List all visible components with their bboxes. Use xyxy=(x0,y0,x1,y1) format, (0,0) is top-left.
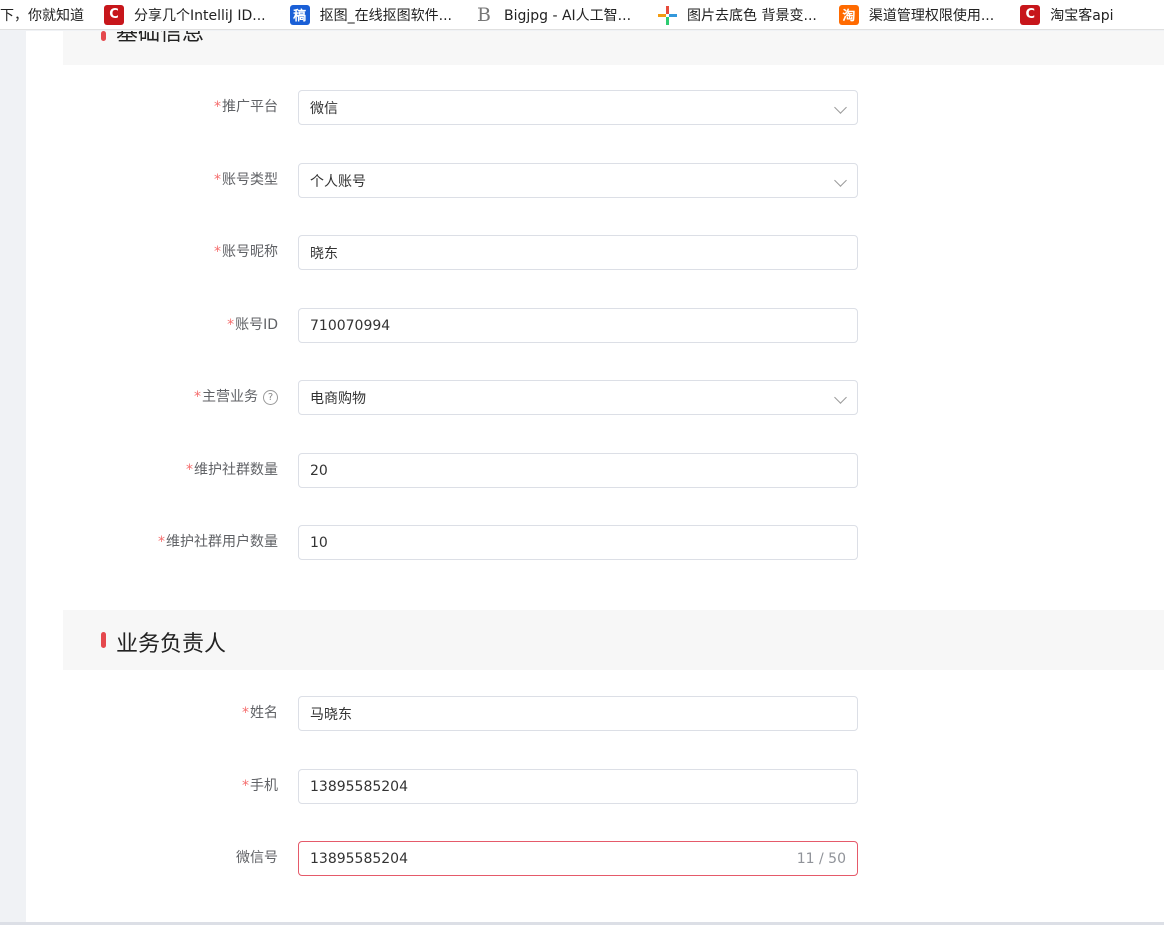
required-asterisk: * xyxy=(242,705,249,721)
form-row-main-business: * 主营业务? 电商购物 xyxy=(0,380,1164,415)
form-row-wechat: 微信号 13895585204 11 / 50 xyxy=(0,841,1164,876)
field-label: * 账号ID xyxy=(227,308,278,343)
bookmark-4[interactable]: 图片去底色 背景变... xyxy=(657,0,839,29)
group-count-input[interactable]: 20 xyxy=(298,453,858,488)
bookmark-5[interactable]: 淘 渠道管理权限使用... xyxy=(838,0,1020,29)
input-value: 20 xyxy=(310,462,328,479)
nickname-input[interactable]: 晓东 xyxy=(298,235,858,270)
form-row-nickname: * 账号昵称 晓东 xyxy=(0,235,1164,270)
field-label: * 维护社群用户数量 xyxy=(158,525,278,560)
input-value: 10 xyxy=(310,534,328,551)
bookmark-label: 淘宝客api xyxy=(1050,7,1114,24)
label-text: 姓名 xyxy=(250,705,278,721)
bookmark-3[interactable]: B Bigjpg - AI人工智... xyxy=(474,0,657,29)
account-id-input[interactable]: 710070994 xyxy=(298,308,858,343)
required-asterisk: * xyxy=(214,99,221,115)
section-title: 基础信息 xyxy=(116,31,205,46)
form-row-platform: * 推广平台 微信 xyxy=(0,90,1164,125)
group-user-count-input[interactable]: 10 xyxy=(298,525,858,560)
section-header-owner: 业务负责人 xyxy=(63,610,1164,670)
main-business-select[interactable]: 电商购物 xyxy=(298,380,858,415)
chevron-down-icon xyxy=(834,391,847,404)
colorful-cross-icon xyxy=(657,5,678,25)
bookmark-label: 渠道管理权限使用... xyxy=(868,7,995,24)
input-value: 710070994 xyxy=(310,317,391,334)
required-asterisk: * xyxy=(227,317,235,333)
required-asterisk: * xyxy=(186,462,193,478)
bigjpg-logo-icon: B xyxy=(477,3,491,26)
input-value: 13895585204 xyxy=(310,850,408,867)
required-asterisk: * xyxy=(214,244,221,260)
form-row-group-user-count: * 维护社群用户数量 10 xyxy=(0,525,1164,560)
chevron-down-icon xyxy=(834,101,847,114)
required-asterisk: * xyxy=(158,534,165,550)
input-value: 晓东 xyxy=(310,245,338,262)
csdn-logo-icon: C xyxy=(1020,4,1041,25)
field-label: 微信号 xyxy=(236,841,278,876)
form-row-group-count: * 维护社群数量 20 xyxy=(0,453,1164,488)
csdn-logo-icon: C xyxy=(104,4,124,25)
label-text: 推广平台 xyxy=(222,99,278,115)
field-label: * 手机 xyxy=(242,769,278,804)
wechat-input[interactable]: 13895585204 11 / 50 xyxy=(298,841,858,876)
required-asterisk: * xyxy=(194,389,201,405)
field-label: * 维护社群数量 xyxy=(186,453,278,488)
section-accent-bar xyxy=(101,31,106,41)
account-type-select[interactable]: 个人账号 xyxy=(298,163,858,198)
bookmarks-bar: 下，你就知道 C 分享几个IntelliJ ID... 稿 抠图_在线抠图软件.… xyxy=(0,0,1164,30)
label-text: 维护社群数量 xyxy=(194,462,278,478)
form-row-account-id: * 账号ID 710070994 xyxy=(0,308,1164,343)
bookmark-label: Bigjpg - AI人工智... xyxy=(503,7,632,24)
label-text: 微信号 xyxy=(236,850,278,866)
bookmark-label: 抠图_在线抠图软件... xyxy=(319,7,452,24)
field-label: * 账号类型 xyxy=(214,163,278,198)
required-asterisk: * xyxy=(214,172,221,188)
field-label: * 姓名 xyxy=(242,696,278,731)
label-text: 手机 xyxy=(250,778,278,794)
chevron-down-icon xyxy=(834,174,847,187)
label-text: 账号昵称 xyxy=(222,244,278,260)
label-text: 账号ID xyxy=(235,317,278,333)
select-value: 微信 xyxy=(310,100,338,117)
field-label: * 推广平台 xyxy=(214,90,278,125)
required-asterisk: * xyxy=(242,778,249,794)
section-header-basic: 基础信息 xyxy=(63,31,1164,65)
input-value: 13895585204 xyxy=(310,778,408,795)
form-row-name: * 姓名 马晓东 xyxy=(0,696,1164,731)
platform-select[interactable]: 微信 xyxy=(298,90,858,125)
gaoding-logo-icon: 稿 xyxy=(289,4,310,25)
select-value: 个人账号 xyxy=(310,173,366,190)
bookmark-6[interactable]: C 淘宝客api xyxy=(1020,0,1131,29)
select-value: 电商购物 xyxy=(310,390,366,407)
bookmark-0[interactable]: 下，你就知道 xyxy=(0,0,104,29)
field-label: * 账号昵称 xyxy=(214,235,278,270)
field-label: * 主营业务? xyxy=(194,380,278,415)
input-value: 马晓东 xyxy=(310,706,352,723)
form-row-phone: * 手机 13895585204 xyxy=(0,769,1164,804)
label-text: 账号类型 xyxy=(222,172,278,188)
bookmark-1[interactable]: C 分享几个IntelliJ ID... xyxy=(104,0,290,29)
section-accent-bar xyxy=(101,632,106,648)
taobao-logo-icon: 淘 xyxy=(838,4,859,25)
form-row-account-type: * 账号类型 个人账号 xyxy=(0,163,1164,198)
character-counter: 11 / 50 xyxy=(796,850,846,867)
name-input[interactable]: 马晓东 xyxy=(298,696,858,731)
bookmark-label: 分享几个IntelliJ ID... xyxy=(134,7,266,24)
label-text: 主营业务 xyxy=(202,389,258,405)
bookmark-2[interactable]: 稿 抠图_在线抠图软件... xyxy=(289,0,474,29)
section-title: 业务负责人 xyxy=(116,632,227,657)
phone-input[interactable]: 13895585204 xyxy=(298,769,858,804)
bookmark-label: 图片去底色 背景变... xyxy=(687,7,817,24)
label-text: 维护社群用户数量 xyxy=(166,534,278,550)
bookmark-label: 下，你就知道 xyxy=(0,7,84,24)
help-circle-icon[interactable]: ? xyxy=(263,390,278,405)
